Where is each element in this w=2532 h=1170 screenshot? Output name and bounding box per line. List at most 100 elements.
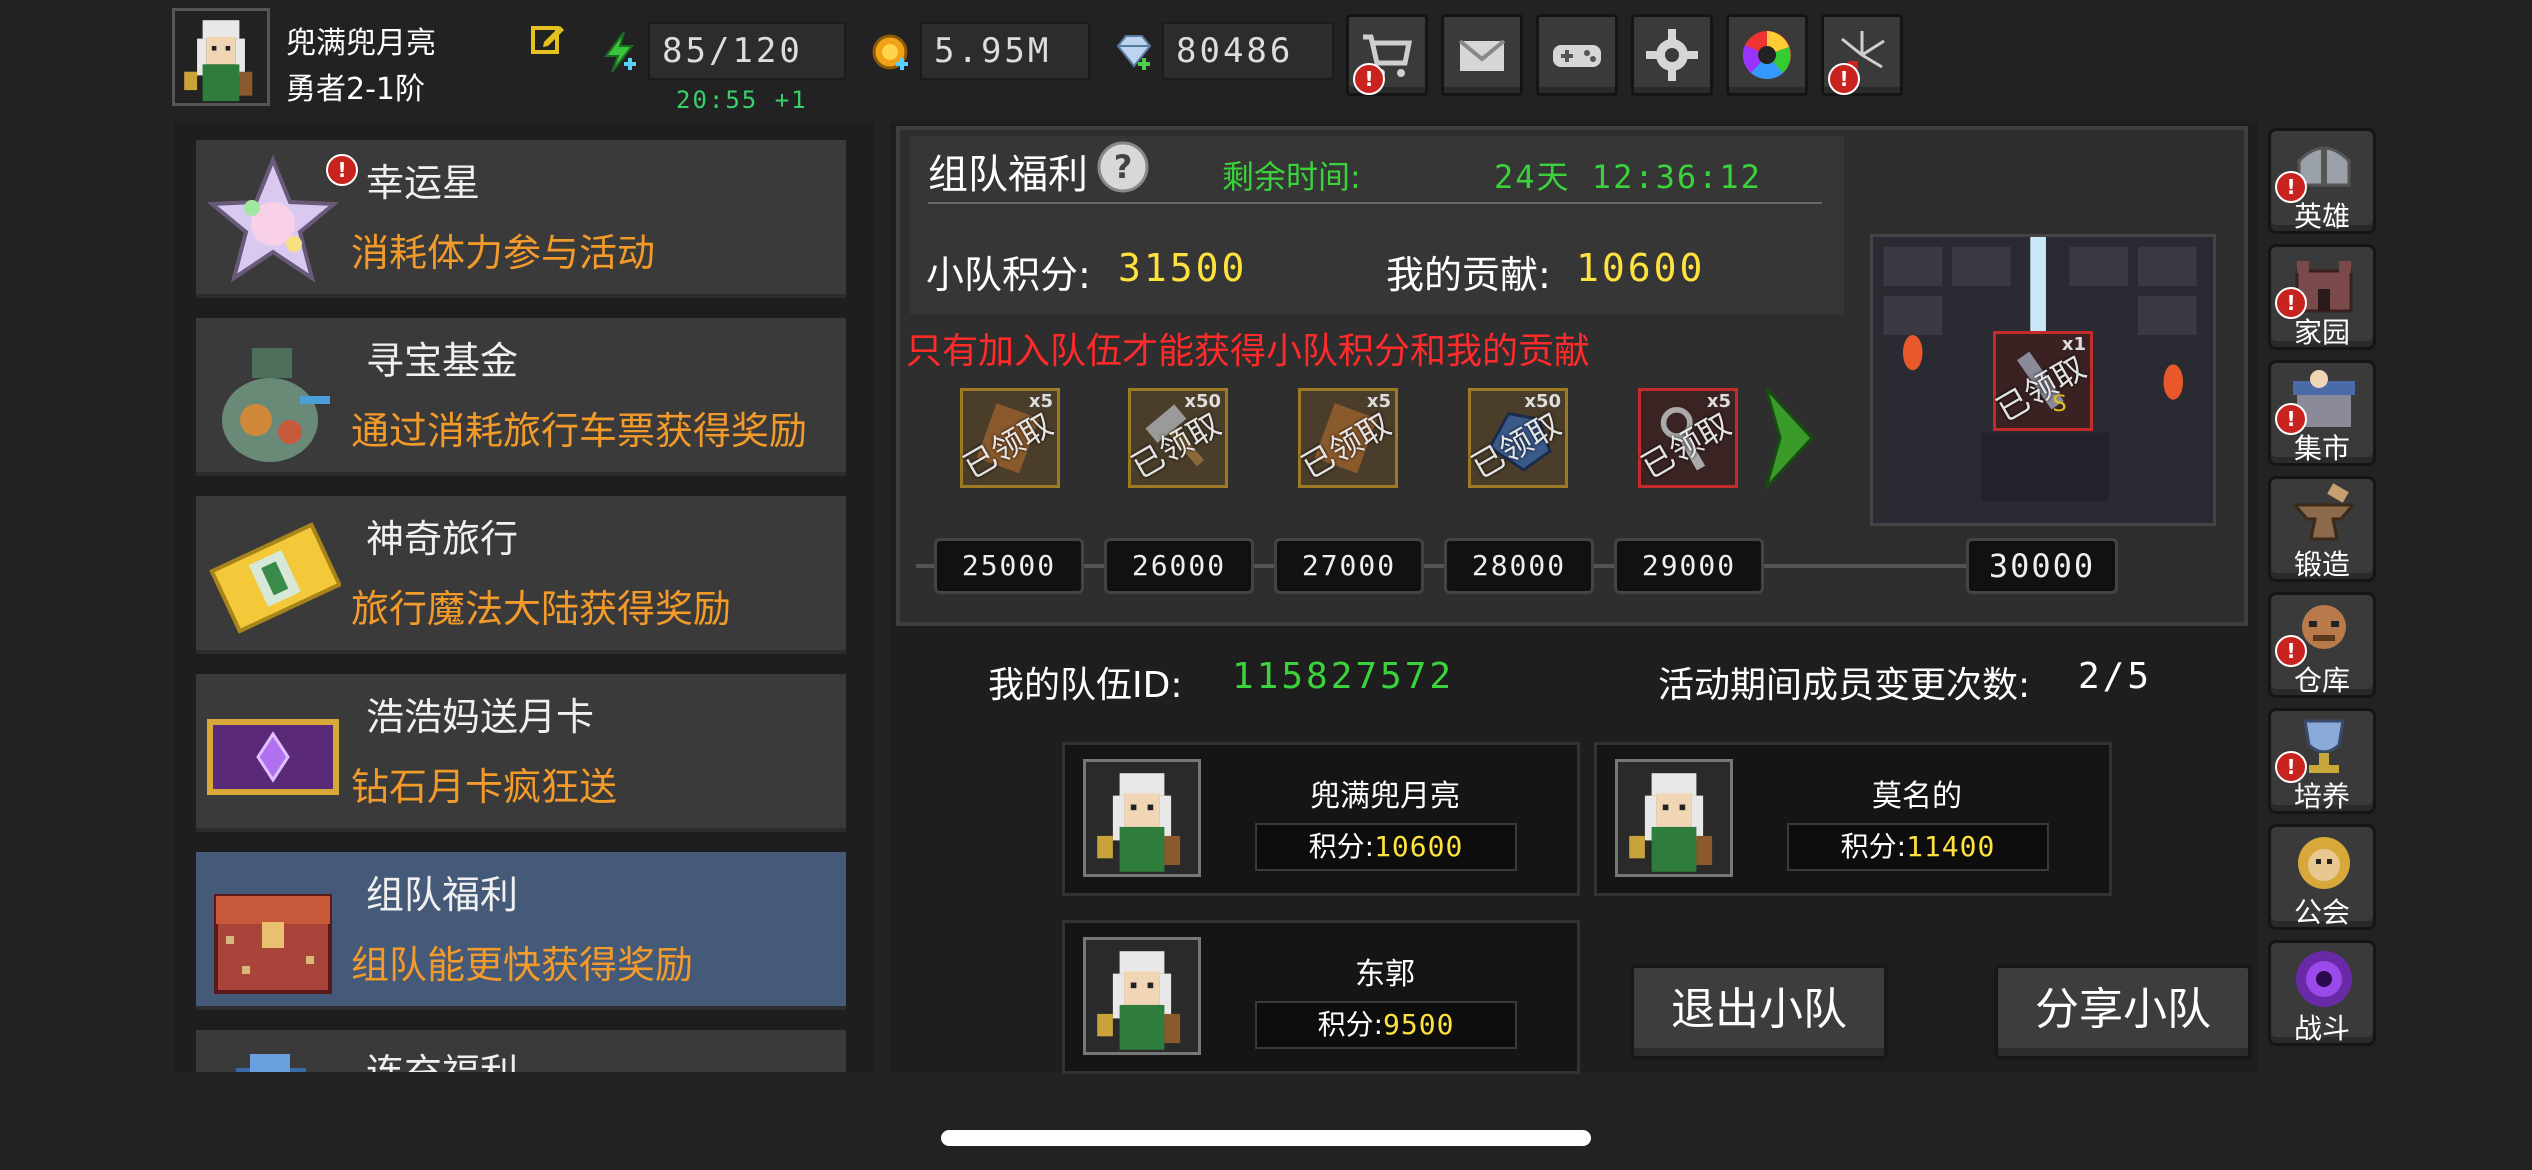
activity-subtitle: 钻石月卡疯狂送 bbox=[351, 765, 618, 809]
help-icon[interactable]: ? bbox=[1096, 140, 1150, 194]
mail-button[interactable] bbox=[1441, 14, 1523, 96]
member-change-value: 2/5 bbox=[2078, 656, 2153, 697]
activity-magic-travel[interactable]: 神奇旅行 旅行魔法大陆获得奖励 bbox=[196, 496, 846, 654]
member-avatar bbox=[1083, 759, 1201, 877]
color-wheel-icon bbox=[1742, 31, 1791, 80]
elf-avatar-icon bbox=[1086, 762, 1198, 874]
next-arrow-icon[interactable] bbox=[1762, 384, 1820, 492]
member-name: 兜满兜月亮 bbox=[1310, 779, 1460, 814]
nav-label: 仓库 bbox=[2293, 664, 2350, 697]
member-score-label: 积分: bbox=[1308, 830, 1375, 863]
color-wheel-button[interactable] bbox=[1726, 14, 1808, 96]
member-score: 积分:10600 bbox=[1255, 823, 1517, 871]
anvil-icon bbox=[2291, 483, 2357, 541]
reward-item[interactable]: x5 已领取 bbox=[1635, 388, 1738, 488]
activity-title: 组队福利 bbox=[366, 873, 519, 917]
gamepad-icon bbox=[1553, 45, 1601, 67]
member-change-label: 活动期间成员变更次数: bbox=[1658, 665, 2031, 706]
join-team-warning: 只有加入队伍才能获得小队积分和我的贡献 bbox=[906, 331, 1591, 372]
activity-subtitle: 组队能更快获得奖励 bbox=[351, 943, 694, 987]
team-member-card[interactable]: 兜满兜月亮 积分:10600 bbox=[1062, 742, 1580, 896]
nav-cultivate[interactable]: ! 培养 bbox=[2268, 708, 2376, 814]
header-divider bbox=[928, 202, 1822, 204]
member-score: 积分:11400 bbox=[1787, 823, 2049, 871]
edit-name-icon[interactable] bbox=[530, 20, 566, 56]
team-chest-icon bbox=[214, 894, 332, 994]
threshold-value: 26000 bbox=[1104, 538, 1254, 594]
activity-title: 寻宝基金 bbox=[366, 339, 519, 383]
activity-month-card[interactable]: 浩浩妈送月卡 钻石月卡疯狂送 bbox=[196, 674, 846, 832]
activity-lucky-star[interactable]: ! 幸运星 消耗体力参与活动 bbox=[196, 140, 846, 298]
stamina-timer: 20:55 +1 bbox=[676, 86, 808, 114]
alert-badge-icon: ! bbox=[1353, 63, 1385, 95]
nav-label: 英雄 bbox=[2293, 200, 2350, 233]
guild-icon bbox=[2298, 837, 2350, 889]
diamond-icon bbox=[1112, 30, 1156, 74]
lucky-star-icon bbox=[206, 154, 340, 283]
final-reward-frame[interactable]: S x1 已领取 bbox=[1870, 234, 2216, 526]
activity-treasure-fund[interactable]: 寻宝基金 通过消耗旅行车票获得奖励 bbox=[196, 318, 846, 476]
team-id-label: 我的队伍ID: bbox=[988, 665, 1183, 706]
activity-team-benefit[interactable]: 组队福利 组队能更快获得奖励 bbox=[196, 852, 846, 1010]
nav-home[interactable]: ! 家园 bbox=[2268, 244, 2376, 350]
quit-team-button[interactable]: 退出小队 bbox=[1630, 964, 1888, 1060]
nav-warehouse[interactable]: ! 仓库 bbox=[2268, 592, 2376, 698]
activity-title: 神奇旅行 bbox=[366, 517, 519, 561]
elf-avatar-icon bbox=[175, 11, 267, 103]
reward-item[interactable]: x5 已领取 bbox=[1295, 388, 1398, 488]
settings-button[interactable] bbox=[1631, 14, 1713, 96]
stamina-value: 85/120 bbox=[648, 22, 846, 80]
gold-value: 5.95M bbox=[920, 22, 1090, 80]
elf-avatar-icon bbox=[1086, 940, 1198, 1052]
member-score-value: 9500 bbox=[1383, 1008, 1455, 1041]
my-contribution-value: 10600 bbox=[1576, 246, 1706, 290]
remaining-time-label: 剩余时间: bbox=[1222, 158, 1361, 196]
travel-ticket-icon bbox=[209, 522, 341, 634]
member-score-value: 11400 bbox=[1906, 830, 1996, 863]
reward-item[interactable]: x5 已领取 bbox=[957, 388, 1060, 488]
activity-list[interactable]: ! 幸运星 消耗体力参与活动 寻宝基金 通过消耗旅行车票获得奖励 神奇旅行 旅行… bbox=[174, 122, 874, 1072]
remaining-time-value: 24天 12:36:12 bbox=[1494, 158, 1762, 196]
final-reward-item[interactable]: S x1 已领取 bbox=[1990, 331, 2093, 431]
threshold-value: 25000 bbox=[934, 538, 1084, 594]
activity-title: 幸运星 bbox=[366, 161, 481, 205]
nav-label: 集市 bbox=[2293, 432, 2350, 465]
reward-item[interactable]: x50 已领取 bbox=[1465, 388, 1568, 488]
player-name: 兜满兜月亮 bbox=[286, 26, 436, 61]
nav-forge[interactable]: 锻造 bbox=[2268, 476, 2376, 582]
home-indicator[interactable] bbox=[941, 1130, 1591, 1146]
team-score-value: 31500 bbox=[1118, 246, 1248, 290]
alert-badge-icon: ! bbox=[326, 154, 358, 186]
nav-label: 战斗 bbox=[2293, 1012, 2350, 1045]
nav-market[interactable]: ! 集市 bbox=[2268, 360, 2376, 466]
my-contribution-label: 我的贡献: bbox=[1386, 253, 1551, 297]
team-id-value: 115827572 bbox=[1232, 656, 1455, 697]
nav-battle[interactable]: 战斗 bbox=[2268, 940, 2376, 1046]
team-member-card[interactable]: 东郭 积分:9500 bbox=[1062, 920, 1580, 1074]
elf-avatar-icon bbox=[1618, 762, 1730, 874]
nav-guild[interactable]: 公会 bbox=[2268, 824, 2376, 930]
stamina-bolt-icon bbox=[598, 30, 642, 74]
shop-button[interactable]: ! bbox=[1346, 14, 1428, 96]
activity-subtitle: 旅行魔法大陆获得奖励 bbox=[351, 587, 732, 631]
member-score-label: 积分: bbox=[1317, 1008, 1383, 1041]
final-threshold-value: 30000 bbox=[1966, 538, 2118, 594]
activity-title: 浩浩妈送月卡 bbox=[366, 695, 595, 739]
nav-hero[interactable]: ! 英雄 bbox=[2268, 128, 2376, 234]
nav-label: 锻造 bbox=[2293, 548, 2350, 581]
team-benefit-title: 组队福利 bbox=[928, 152, 1088, 198]
member-name: 东郭 bbox=[1355, 957, 1415, 992]
reward-item[interactable]: x50 已领取 bbox=[1125, 388, 1228, 488]
activity-recharge-benefit[interactable]: 连充福利 bbox=[196, 1030, 846, 1072]
team-member-card[interactable]: 莫名的 积分:11400 bbox=[1594, 742, 2112, 896]
player-avatar[interactable] bbox=[172, 8, 270, 106]
nav-label: 公会 bbox=[2293, 896, 2350, 929]
gamepad-button[interactable] bbox=[1536, 14, 1618, 96]
recharge-icon bbox=[236, 1054, 306, 1072]
mail-icon bbox=[1458, 39, 1506, 71]
fireworks-button[interactable]: ! bbox=[1821, 14, 1903, 96]
portal-icon bbox=[2296, 951, 2352, 1007]
share-team-button[interactable]: 分享小队 bbox=[1994, 964, 2252, 1060]
gear-icon bbox=[1646, 29, 1698, 81]
member-score: 积分:9500 bbox=[1255, 1001, 1517, 1049]
